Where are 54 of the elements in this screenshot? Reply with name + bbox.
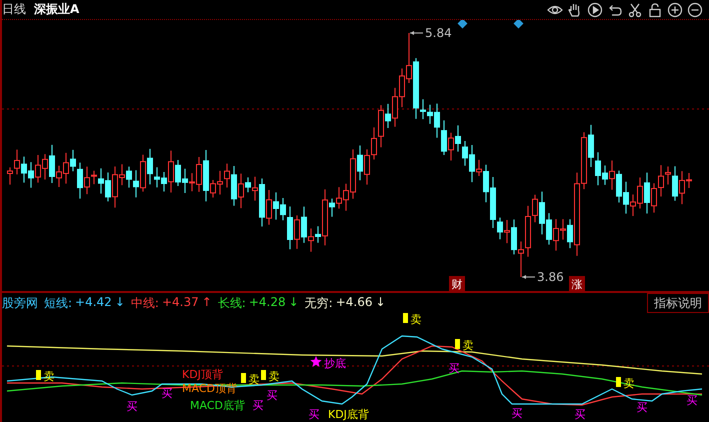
legend-value: +4.42	[75, 294, 112, 310]
sell-signal: 卖	[462, 339, 474, 352]
buy-signal: 买	[126, 400, 138, 413]
sell-bar-icon	[241, 373, 246, 383]
event-tag: 涨	[569, 276, 585, 291]
zoom-out-icon[interactable]	[687, 2, 703, 18]
marker-diamond-icon	[514, 20, 524, 28]
buy-signal: 买	[512, 407, 522, 420]
event-tag: 财	[449, 276, 465, 291]
sell-bar-icon	[261, 370, 266, 380]
trend-arrow: ↓	[114, 294, 125, 310]
trend-arrow: ↓	[288, 294, 299, 310]
stock-name: 深振业A	[34, 1, 80, 18]
period-label: 日线	[2, 1, 26, 18]
signal-label: MACD底背	[190, 399, 245, 412]
lock-icon[interactable]	[647, 2, 663, 18]
legend-value: +4.66	[336, 294, 372, 310]
leader-line	[410, 31, 424, 35]
sell-signal: 卖	[410, 313, 422, 326]
zoom-in-icon[interactable]	[667, 2, 683, 18]
buy-signal: 买	[574, 408, 586, 421]
play-icon[interactable]	[587, 2, 603, 18]
sell-bar-icon	[616, 377, 621, 387]
signal-label: 抄底	[324, 357, 346, 370]
sell-bar-icon	[36, 370, 41, 380]
legend-value: +4.28	[248, 294, 286, 310]
signal-label: KDJ底背	[328, 408, 369, 421]
leader-line	[522, 275, 536, 279]
scissors-icon[interactable]	[627, 2, 643, 18]
trend-arrow: ↓	[376, 294, 386, 310]
legend-label: 长线:	[218, 294, 246, 312]
legend-label: 无穷:	[304, 294, 333, 312]
sell-bar-icon	[455, 339, 460, 349]
high-price-label: 5.84	[425, 26, 452, 40]
legend-label: 中线:	[130, 294, 159, 312]
star-icon	[310, 356, 322, 367]
marker-diamond-icon	[458, 20, 468, 28]
sell-signal: 卖	[268, 370, 280, 383]
buy-signal: 买	[308, 408, 320, 421]
buy-signal: 买	[252, 399, 264, 412]
indicator-name: 股旁网	[2, 294, 38, 312]
buy-signal: 买	[636, 401, 648, 414]
buy-signal: 买	[448, 362, 460, 375]
low-price-label: 3.86	[537, 270, 564, 284]
sell-bar-icon	[403, 313, 408, 323]
legend-value: +4.37	[162, 294, 199, 310]
buy-signal: 买	[266, 389, 278, 402]
indicator-help-button[interactable]: 指标说明	[647, 293, 709, 313]
buy-signal: 买	[162, 387, 172, 400]
signal-label: KDJ顶背	[182, 368, 223, 381]
sell-signal: 卖	[248, 373, 260, 386]
trend-arrow: ↑	[202, 294, 212, 310]
buy-signal: 买	[686, 394, 698, 407]
legend-label: 短线:	[44, 294, 72, 312]
